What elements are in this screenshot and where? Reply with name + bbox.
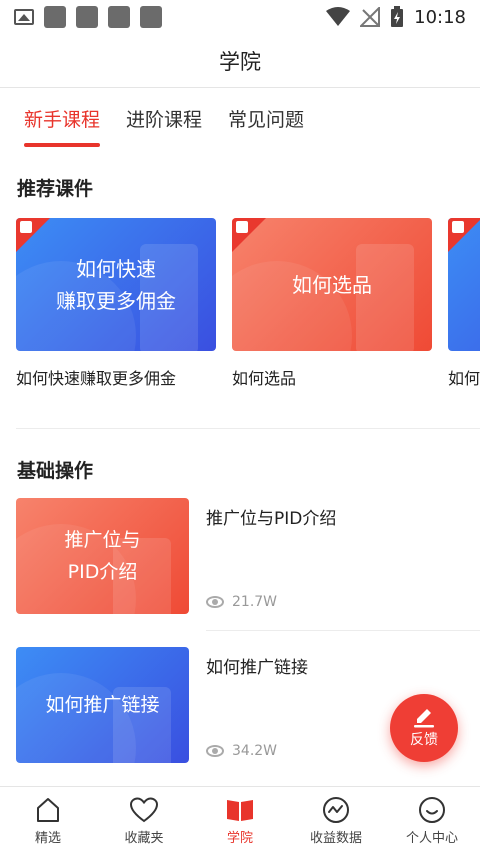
course-thumbnail[interactable] (448, 218, 480, 351)
course-tabs: 新手课程 进阶课程 常见问题 (0, 88, 480, 150)
book-icon (227, 800, 253, 821)
nav-label: 收藏夹 (124, 831, 164, 846)
nav-label: 精选 (34, 831, 61, 846)
course-card[interactable]: 如何选品 如何选品 (232, 218, 432, 389)
thumbnail-text: PID介绍 (67, 561, 138, 583)
view-count-value: 21.7W (232, 594, 278, 610)
course-title[interactable]: 推广位与PID介绍 (206, 504, 336, 529)
heart-icon (129, 797, 159, 823)
feedback-label: 反馈 (410, 732, 438, 748)
course-card[interactable]: 如何 (448, 218, 480, 389)
header: 学院 (0, 34, 480, 88)
chart-icon (323, 797, 349, 823)
view-count: 34.2W (206, 743, 277, 759)
image-notification-icon (14, 9, 34, 25)
thumbnail-text: 推广位与 (64, 529, 141, 551)
bookmark-icon (452, 221, 464, 233)
view-count-value: 34.2W (232, 743, 278, 759)
thumbnail-text: 如何快速 (76, 256, 156, 281)
edit-icon (414, 709, 434, 728)
bookmark-icon (236, 221, 248, 233)
nav-item-earnings[interactable]: 收益数据 (288, 787, 384, 853)
tab-advanced[interactable]: 进阶课程 (126, 88, 202, 150)
tab-faq[interactable]: 常见问题 (228, 88, 304, 150)
nav-item-home[interactable]: 精选 (0, 787, 96, 853)
nav-item-favorites[interactable]: 收藏夹 (96, 787, 192, 853)
battery-icon (391, 6, 404, 27)
nav-label: 个人中心 (405, 831, 458, 846)
section-divider (16, 428, 480, 429)
course-caption[interactable]: 如何选品 (232, 365, 432, 389)
notification-icon (108, 6, 130, 28)
course-thumbnail[interactable]: 如何推广链接 (16, 647, 189, 763)
wifi-icon (326, 7, 351, 26)
smile-icon (419, 797, 445, 823)
notification-icon (76, 6, 98, 28)
thumbnail-text: 如何选品 (292, 272, 372, 297)
course-thumbnail[interactable]: 推广位与 PID介绍 (16, 498, 189, 614)
notification-icon (140, 6, 162, 28)
status-bar: 10:18 (0, 0, 480, 34)
thumbnail-text: 赚取更多佣金 (56, 288, 176, 313)
tab-beginner[interactable]: 新手课程 (24, 88, 101, 150)
course-caption[interactable]: 如何快速赚取更多佣金 (16, 365, 216, 389)
bookmark-icon (20, 221, 32, 233)
thumbnail-text: 如何推广链接 (45, 694, 160, 716)
eye-icon (206, 596, 224, 608)
section-title-basic: 基础操作 (17, 460, 94, 482)
course-title[interactable]: 如何推广链接 (206, 653, 308, 678)
list-item[interactable]: 推广位与 PID介绍 推广位与PID介绍 21.7W (16, 498, 480, 616)
nav-item-academy[interactable]: 学院 (192, 787, 288, 853)
feedback-button[interactable]: 反馈 (390, 694, 458, 762)
clock: 10:18 (414, 6, 466, 28)
nav-label: 收益数据 (309, 831, 362, 846)
course-thumbnail[interactable]: 如何选品 (232, 218, 432, 351)
section-title-recommend: 推荐课件 (17, 178, 94, 200)
course-thumbnail[interactable]: 如何快速 赚取更多佣金 (16, 218, 216, 351)
page-title: 学院 (219, 49, 261, 74)
view-count: 21.7W (206, 594, 277, 610)
course-card[interactable]: 如何快速 赚取更多佣金 如何快速赚取更多佣金 (16, 218, 216, 389)
bottom-nav: 精选 收藏夹 学院 收益数据 个人中心 (0, 786, 480, 853)
eye-icon (206, 745, 224, 757)
home-icon (37, 798, 59, 822)
course-caption[interactable]: 如何 (448, 365, 480, 389)
recommend-carousel[interactable]: 如何快速 赚取更多佣金 如何快速赚取更多佣金 如何选品 如何选品 如何 (16, 218, 480, 393)
nav-label: 学院 (226, 831, 253, 846)
no-signal-icon (360, 7, 381, 27)
notification-icon (44, 6, 66, 28)
item-divider (206, 630, 480, 631)
nav-item-profile[interactable]: 个人中心 (384, 787, 480, 853)
